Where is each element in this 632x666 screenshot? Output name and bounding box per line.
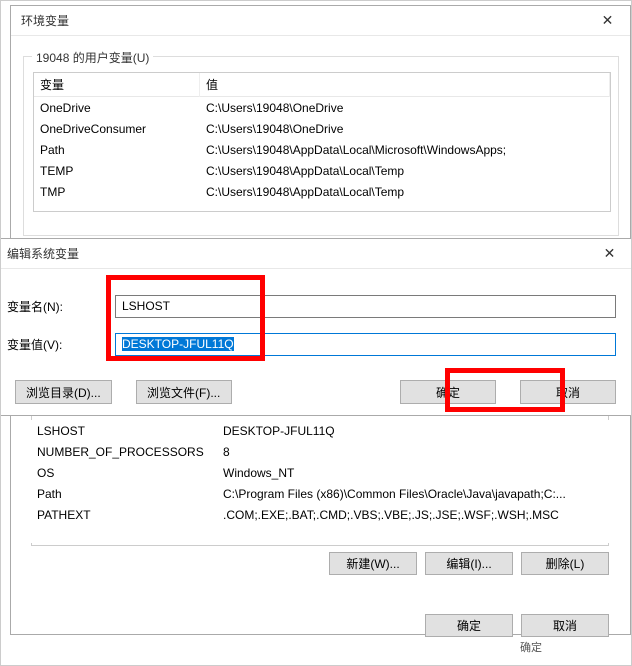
col-header-value[interactable]: 值 xyxy=(200,73,610,97)
user-vars-legend: 19048 的用户变量(U) xyxy=(32,49,153,66)
env-dialog-buttons: 确定 取消 xyxy=(31,614,609,640)
close-icon[interactable]: ✕ xyxy=(587,239,632,269)
env-vars-title: 环境变量 xyxy=(21,12,69,29)
table-row[interactable]: OneDriveConsumerC:\Users\19048\OneDrive xyxy=(34,118,610,139)
var-name-cell: NUMBER_OF_PROCESSORS xyxy=(31,445,217,459)
var-value-cell: DESKTOP-JFUL11Q xyxy=(217,424,609,438)
edit-dialog-title: 编辑系统变量 xyxy=(7,245,79,262)
table-row[interactable]: PATHEXT.COM;.EXE;.BAT;.CMD;.VBS;.VBE;.JS… xyxy=(31,504,609,525)
table-row[interactable]: NUMBER_OF_PROCESSORS8 xyxy=(31,441,609,462)
edit-cancel-button[interactable]: 取消 xyxy=(520,380,616,404)
var-name-cell: TEMP xyxy=(34,164,200,178)
edit-ok-button[interactable]: 确定 xyxy=(400,380,496,404)
table-row[interactable]: OneDriveC:\Users\19048\OneDrive xyxy=(34,97,610,118)
var-value-cell: C:\Users\19048\AppData\Local\Temp xyxy=(200,185,610,199)
var-value-row: 变量值(V): DESKTOP-JFUL11Q xyxy=(7,332,616,356)
edit-dialog-buttons: 浏览目录(D)... 浏览文件(F)... 确定 取消 xyxy=(15,379,616,405)
edit-sys-var-dialog: 编辑系统变量 ✕ 变量名(N): 变量值(V): DESKTOP-JFUL11Q… xyxy=(1,238,632,416)
table-row[interactable]: TMPC:\Users\19048\AppData\Local\Temp xyxy=(34,181,610,202)
table-row[interactable]: PathC:\Program Files (x86)\Common Files\… xyxy=(31,483,609,504)
new-sys-var-button[interactable]: 新建(W)... xyxy=(329,552,417,575)
table-row[interactable]: LSHOSTDESKTOP-JFUL11Q xyxy=(31,420,609,441)
var-name-cell: PATHEXT xyxy=(31,508,217,522)
var-name-label: 变量名(N): xyxy=(7,298,115,315)
var-value-cell: C:\Users\19048\OneDrive xyxy=(200,122,610,136)
var-value-cell: C:\Users\19048\OneDrive xyxy=(200,101,610,115)
var-value-cell: Windows_NT xyxy=(217,466,609,480)
var-value-cell: C:\Users\19048\AppData\Local\Temp xyxy=(200,164,610,178)
browse-file-button[interactable]: 浏览文件(F)... xyxy=(136,380,232,404)
user-vars-table[interactable]: 变量 值 OneDriveC:\Users\19048\OneDriveOneD… xyxy=(33,72,611,212)
var-name-input[interactable] xyxy=(115,295,616,318)
delete-sys-var-button[interactable]: 删除(L) xyxy=(521,552,609,575)
env-cancel-button[interactable]: 取消 xyxy=(521,614,609,637)
table-row[interactable]: TEMPC:\Users\19048\AppData\Local\Temp xyxy=(34,160,610,181)
env-ok-button[interactable]: 确定 xyxy=(425,614,513,637)
var-value-cell: C:\Users\19048\AppData\Local\Microsoft\W… xyxy=(200,143,610,157)
var-value-cell: 8 xyxy=(217,445,609,459)
var-name-cell: Path xyxy=(31,487,217,501)
var-name-cell: TMP xyxy=(34,185,200,199)
sys-vars-buttons: 新建(W)... 编辑(I)... 删除(L) xyxy=(31,552,609,578)
var-name-cell: LSHOST xyxy=(31,424,217,438)
sys-vars-table[interactable]: LSHOSTDESKTOP-JFUL11QNUMBER_OF_PROCESSOR… xyxy=(31,420,609,543)
edit-sys-var-button[interactable]: 编辑(I)... xyxy=(425,552,513,575)
var-value-selected-text: DESKTOP-JFUL11Q xyxy=(122,337,234,351)
var-name-cell: OS xyxy=(31,466,217,480)
col-header-name[interactable]: 变量 xyxy=(34,73,200,97)
var-value-input[interactable]: DESKTOP-JFUL11Q xyxy=(115,333,616,356)
var-name-row: 变量名(N): xyxy=(7,294,616,318)
browse-dir-button[interactable]: 浏览目录(D)... xyxy=(15,380,112,404)
table-row[interactable]: OSWindows_NT xyxy=(31,462,609,483)
table-row[interactable]: PathC:\Users\19048\AppData\Local\Microso… xyxy=(34,139,610,160)
var-name-cell: OneDriveConsumer xyxy=(34,122,200,136)
var-name-cell: OneDrive xyxy=(34,101,200,115)
var-value-cell: C:\Program Files (x86)\Common Files\Orac… xyxy=(217,487,609,501)
user-vars-groupbox: 19048 的用户变量(U) 变量 值 OneDriveC:\Users\190… xyxy=(23,56,619,236)
close-icon[interactable]: ✕ xyxy=(585,6,630,36)
var-value-cell: .COM;.EXE;.BAT;.CMD;.VBS;.VBE;.JS;.JSE;.… xyxy=(217,508,609,522)
var-value-label: 变量值(V): xyxy=(7,336,115,353)
var-name-cell: Path xyxy=(34,143,200,157)
env-vars-titlebar: 环境变量 ✕ xyxy=(11,6,630,36)
edit-dialog-titlebar: 编辑系统变量 ✕ xyxy=(1,239,632,269)
sub-ok-text: 确定 xyxy=(520,639,542,655)
table-header[interactable]: 变量 值 xyxy=(34,73,610,97)
